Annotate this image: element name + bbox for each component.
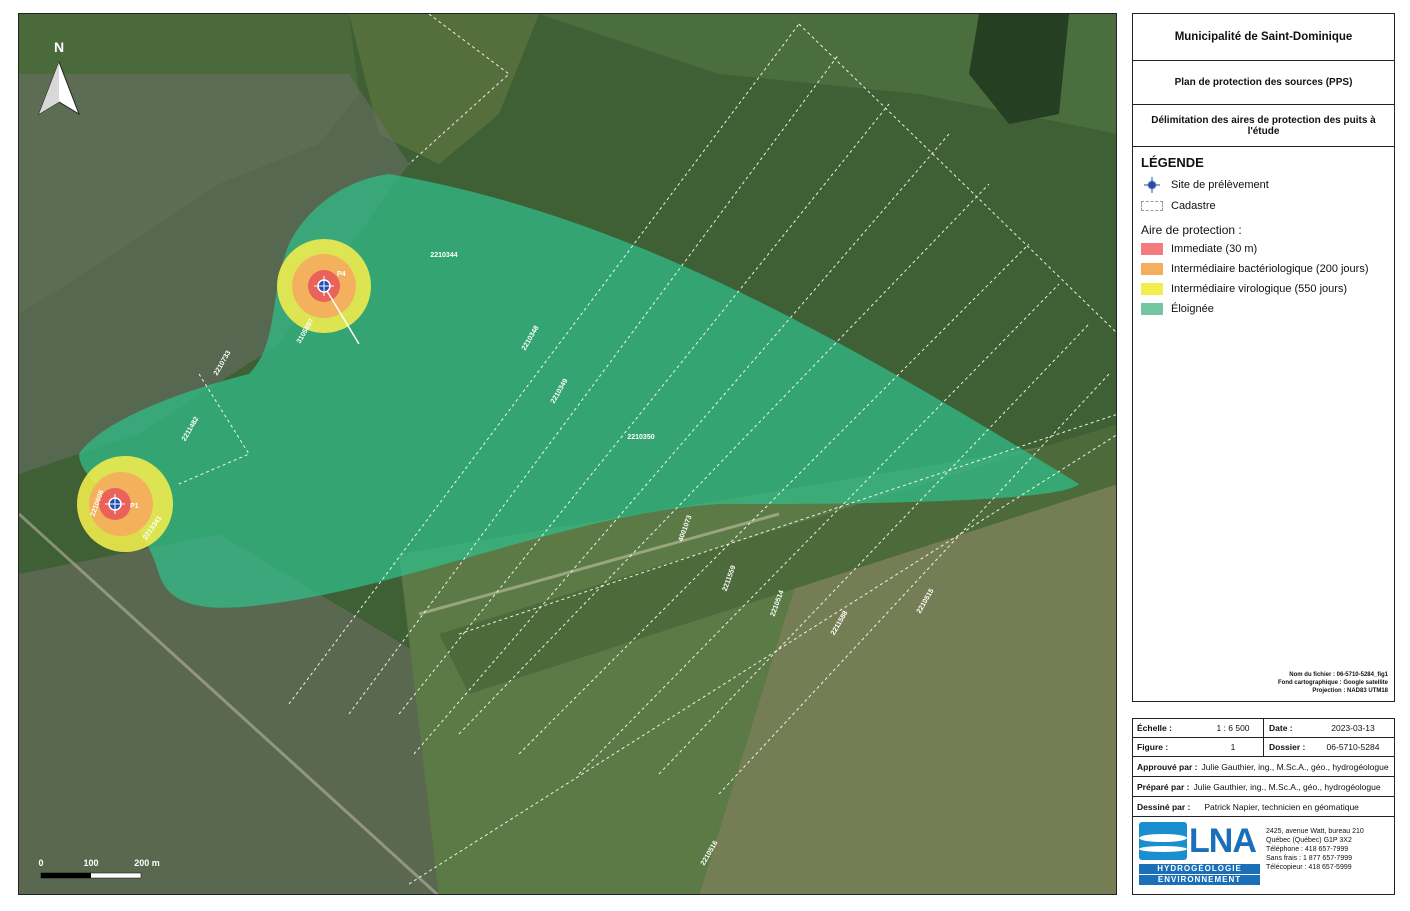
subtitle: Délimitation des aires de protection des… [1133,105,1394,147]
legend-site: Site de prélèvement [1141,177,1269,193]
zone-swatch [1141,283,1163,295]
zone-label: Intermédiaire virologique (550 jours) [1171,283,1348,295]
legend: LÉGENDE Site de prélèvement Cadastre Air… [1133,147,1394,701]
lot-label: 2210344 [430,252,457,259]
row-prepared: Préparé par : Julie Gauthier, ing., M.Sc… [1133,777,1394,797]
zone-label: Éloignée [1171,303,1214,315]
scale-tick-100: 100 [83,858,98,868]
file-name: Nom du fichier : 06-5710-5284_fig1 [1289,672,1388,678]
scale-tick-0: 0 [38,858,43,868]
zone-swatch [1141,303,1163,315]
logo-sub1: HYDROGÉOLOGIE [1139,864,1260,874]
prepared-label: Préparé par : [1137,781,1190,792]
row-approved: Approuvé par : Julie Gauthier, ing., M.S… [1133,757,1394,777]
dossier-label: Dossier : [1269,742,1306,752]
map-frame[interactable]: P4 P1 2210344 3105897 2210348 2210349 221035… [18,13,1117,895]
north-label: N [54,39,64,55]
company-block: LNA HYDROGÉOLOGIE ENVIRONNEMENT 2425, av… [1133,817,1394,894]
dossier-value: 06-5710-5284 [1326,742,1380,752]
company-address: 2425, avenue Watt, bureau 210 Québec (Qu… [1266,827,1364,872]
legend-zone-row: Intermédiaire virologique (550 jours) [1141,283,1347,295]
title-legend-panel: Municipalité de Saint-Dominique Plan de … [1132,13,1395,702]
scale-tick-200: 200 m [134,858,160,868]
approved-value: Julie Gauthier, ing., M.Sc.A., géo., hyd… [1201,761,1389,772]
address-line2: Québec (Québec) G1P 3X2 [1266,837,1352,844]
zone-swatch [1141,263,1163,275]
scale-value: 1 : 6 500 [1216,723,1250,733]
figure-label: Figure : [1137,742,1169,752]
plan-title: Plan de protection des sources (PPS) [1133,61,1394,105]
row-scale-date: Échelle : 1 : 6 500 Date : 2023-03-13 [1133,719,1394,738]
phone: Téléphone : 418 657-7999 [1266,846,1349,853]
logo-text: LNA [1189,822,1257,860]
approved-label: Approuvé par : [1137,761,1198,772]
legend-zone-row: Éloignée [1141,303,1214,315]
prepared-value: Julie Gauthier, ing., M.Sc.A., géo., hyd… [1193,781,1381,792]
legend-zone-row: Immediate (30 m) [1141,243,1257,255]
legend-cadastre-label: Cadastre [1171,200,1216,212]
legend-site-label: Site de prélèvement [1171,179,1269,191]
zone-label: Intermédiaire bactériologique (200 jours… [1171,263,1369,275]
drawn-label: Dessiné par : [1137,801,1191,812]
basemap-source: Fond cartographique : Google satellite [1277,680,1388,686]
logo-sub2: ENVIRONNEMENT [1139,875,1260,885]
zone-label: Immediate (30 m) [1171,243,1258,255]
row-drawn: Dessiné par : Patrick Napier, technicien… [1133,797,1394,817]
toll-free: Sans frais : 1 877 657-7999 [1266,855,1353,862]
row-figure-dossier: Figure : 1 Dossier : 06-5710-5284 [1133,738,1394,757]
drawn-value: Patrick Napier, technicien en géomatique [1204,801,1359,812]
projection: Projection : NAD83 UTM18 [1312,688,1388,694]
map-canvas[interactable]: P4 P1 22103443105897 22103482210349221035… [19,14,1117,895]
scale-label: Échelle : [1137,723,1172,733]
legend-protection-title: Aire de protection : [1141,223,1242,237]
lot-label: 2210350 [627,434,654,441]
legend-zone-row: Intermédiaire bactériologique (200 jours… [1141,263,1369,275]
address-line1: 2425, avenue Watt, bureau 210 [1266,828,1364,835]
company-logo: LNA HYDROGÉOLOGIE ENVIRONNEMENT [1139,822,1260,890]
map-metadata: Nom du fichier : 06-5710-5284_fig1 Fond … [1278,671,1388,695]
well-marker-icon [1141,177,1163,193]
cadastre-swatch [1141,201,1163,211]
legend-cadastre: Cadastre [1141,200,1216,212]
legend-title: LÉGENDE [1141,155,1204,170]
date-value: 2023-03-13 [1331,723,1375,733]
info-panel: Échelle : 1 : 6 500 Date : 2023-03-13 Fi… [1132,718,1395,895]
date-label: Date : [1269,723,1293,733]
municipality-title: Municipalité de Saint-Dominique [1133,14,1394,61]
well-label-p4: P4 [337,271,346,278]
zone-swatch [1141,243,1163,255]
figure-value: 1 [1230,742,1236,752]
well-label-p1: P1 [130,503,139,510]
logo-wave-icon [1139,822,1187,860]
fax: Télécopieur : 418 657-5999 [1266,864,1352,871]
